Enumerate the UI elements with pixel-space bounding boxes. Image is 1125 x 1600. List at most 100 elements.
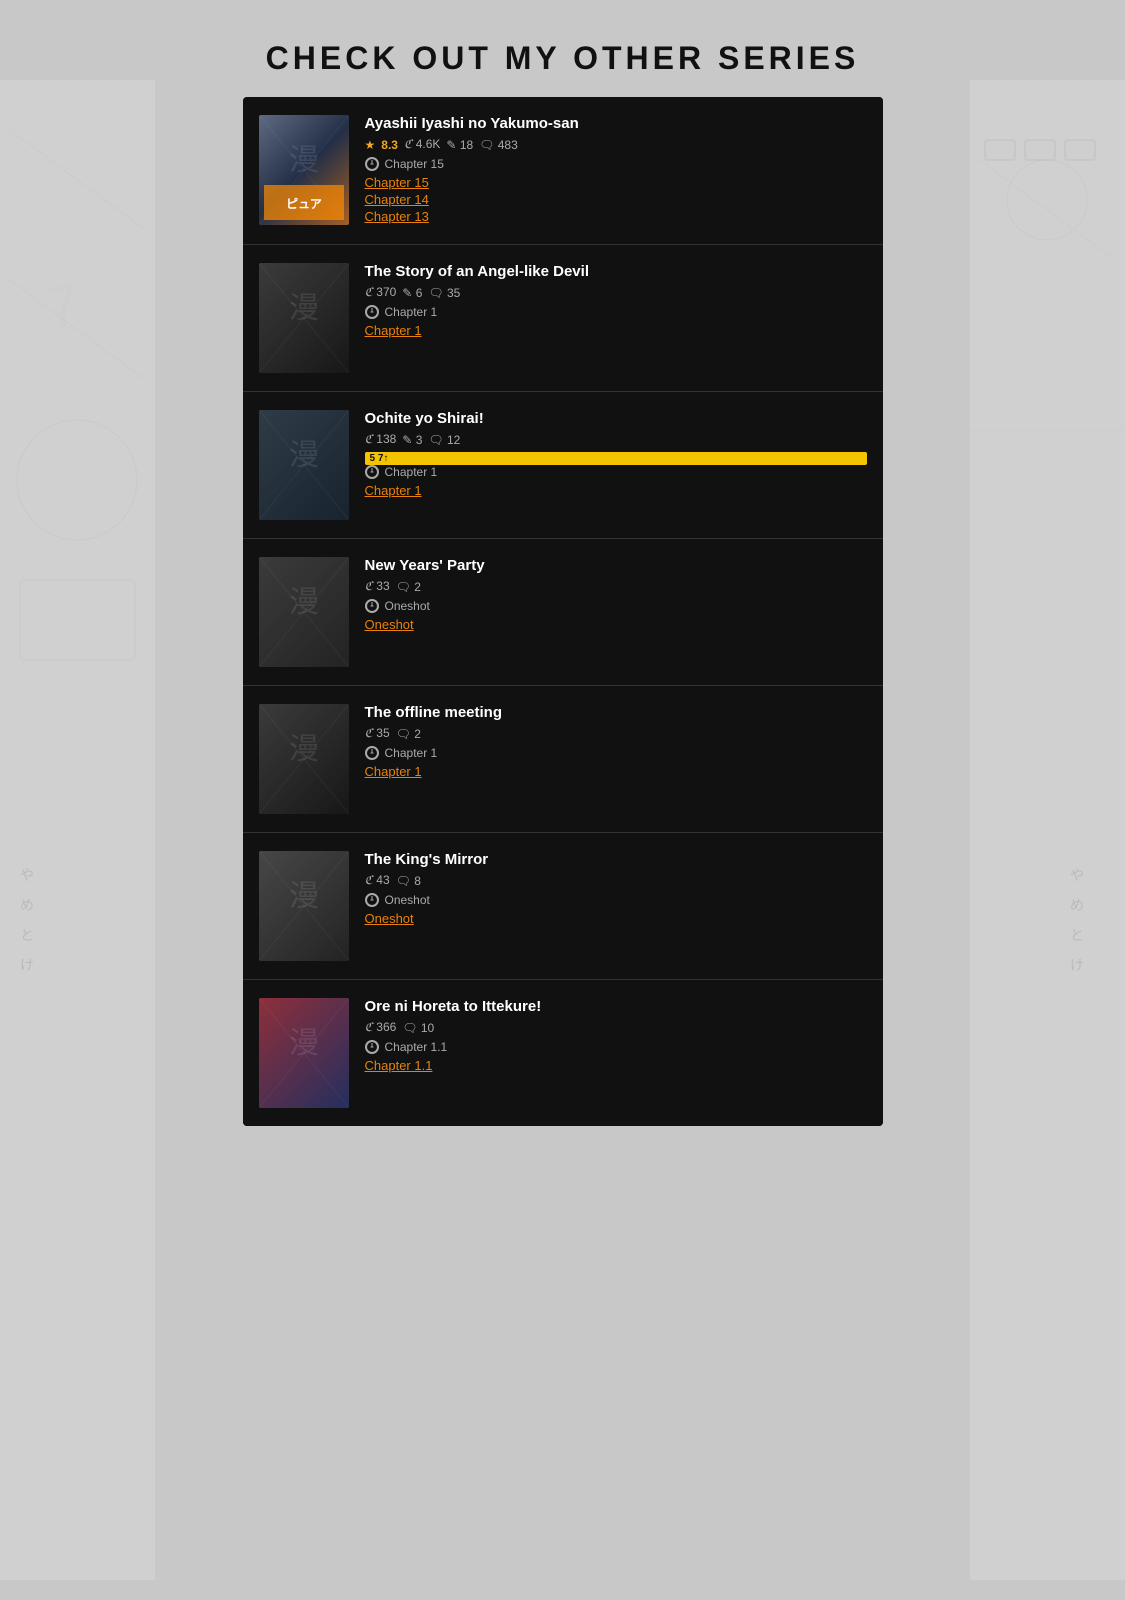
thumb-image-1[interactable]: ピュア 漫: [259, 115, 349, 225]
latest-chapter-4: Oneshot: [365, 599, 867, 613]
manga-bg-right: や め と け: [970, 80, 1125, 1580]
comment-icon: 🗨: [402, 1021, 417, 1035]
clock-icon: [365, 599, 379, 613]
thumb-image-6[interactable]: 漫: [259, 851, 349, 961]
manga-bg-left: 7 や め と け: [0, 80, 155, 1580]
series-item-5: 漫 The offline meetingℭ 35🗨 2Chapter 1Cha…: [243, 686, 883, 833]
series-title-5[interactable]: The offline meeting: [365, 704, 867, 721]
views-icon: ℭ: [404, 137, 412, 151]
svg-text:け: け: [1070, 957, 1084, 973]
thumb-image-3[interactable]: 漫: [259, 410, 349, 520]
series-stats-5: ℭ 35🗨 2: [365, 726, 867, 741]
bookmark-icon: ✎: [402, 433, 412, 447]
views-stat: ℭ 35: [365, 726, 390, 741]
latest-chapter-1: Chapter 15: [365, 157, 867, 171]
chapter-link-1-2[interactable]: Chapter 13: [365, 209, 867, 224]
svg-text:め: め: [20, 897, 34, 913]
views-icon: ℭ: [365, 726, 373, 740]
series-thumb-5: 漫: [259, 704, 349, 814]
series-item-7: 漫 Ore ni Horeta to Ittekure! ℭ 366🗨 10 Cha…: [243, 980, 883, 1126]
page-title: CHECK OUT MY OTHER SERIES: [0, 0, 1125, 97]
comment-stat: 🗨 10: [402, 1021, 434, 1035]
chapter-link-6-0[interactable]: Oneshot: [365, 911, 867, 926]
series-title-1[interactable]: Ayashii Iyashi no Yakumo-san: [365, 115, 867, 132]
comment-icon: 🗨: [396, 727, 411, 741]
latest-chapter-text: Chapter 1: [385, 305, 438, 319]
series-stats-2: ℭ 370 ✎ 6 🗨 35: [365, 285, 867, 300]
bookmark-stat: ✎ 6: [402, 286, 422, 300]
chapter-link-1-1[interactable]: Chapter 14: [365, 192, 867, 207]
series-stats-7: ℭ 366🗨 10: [365, 1020, 867, 1035]
chapter-link-7-0[interactable]: Chapter 1.1: [365, 1058, 867, 1073]
chapter-link-3-0[interactable]: Chapter 1: [365, 483, 867, 498]
svg-text:漫: 漫: [289, 1027, 319, 1060]
thumb-image-4[interactable]: 漫: [259, 557, 349, 667]
comment-icon: 🗨: [396, 874, 411, 888]
clock-icon: [365, 157, 379, 171]
views-stat: ℭ 43: [365, 873, 390, 888]
series-rating: 8.3: [381, 138, 398, 152]
views-stat: ℭ 33: [365, 579, 390, 594]
views-stat: ℭ 4.6K: [404, 137, 440, 152]
svg-text:漫: 漫: [289, 144, 319, 177]
series-title-6[interactable]: The King's Mirror: [365, 851, 867, 868]
svg-text:け: け: [20, 957, 34, 973]
latest-chapter-text: Chapter 1: [385, 465, 438, 479]
series-item-6: 漫 The King's Mirrorℭ 43🗨 8OneshotOneshot: [243, 833, 883, 980]
series-thumb-3: 漫: [259, 410, 349, 520]
chapter-link-2-0[interactable]: Chapter 1: [365, 323, 867, 338]
svg-text:や: や: [20, 867, 34, 883]
latest-chapter-2: Chapter 1: [365, 305, 867, 319]
svg-text:漫: 漫: [289, 586, 319, 619]
series-title-2[interactable]: The Story of an Angel-like Devil: [365, 263, 867, 280]
chapter-link-4-0[interactable]: Oneshot: [365, 617, 867, 632]
comment-stat: 🗨 483: [479, 138, 518, 152]
bookmark-icon: ✎: [446, 138, 456, 152]
series-info-4: New Years' Party ℭ 33 🗨 2 Oneshot Oneshot: [365, 557, 867, 634]
thumb-image-5[interactable]: 漫: [259, 704, 349, 814]
views-stat: ℭ 370: [365, 285, 397, 300]
latest-chapter-text: Oneshot: [385, 599, 430, 613]
series-stats-3: ℭ 138✎ 3🗨 12: [365, 432, 867, 447]
series-info-6: The King's Mirrorℭ 43🗨 8OneshotOneshot: [365, 851, 867, 928]
comment-stat: 🗨 12: [428, 433, 460, 447]
svg-text:漫: 漫: [289, 292, 319, 325]
svg-text:め: め: [1070, 897, 1084, 913]
thumb-image-2[interactable]: 漫: [259, 263, 349, 373]
series-info-7: Ore ni Horeta to Ittekure! ℭ 366🗨 10 Chapt…: [365, 998, 867, 1075]
series-badge-3: 5 7↑: [365, 452, 867, 465]
series-title-3[interactable]: Ochite yo Shirai!: [365, 410, 867, 427]
series-stats-4: ℭ 33 🗨 2: [365, 579, 867, 594]
thumb-image-7[interactable]: 漫: [259, 998, 349, 1108]
series-list: ピュア 漫 Ayashii Iyashi no Yakumo-san★8.3ℭ …: [243, 97, 883, 1126]
series-thumb-2: 漫: [259, 263, 349, 373]
latest-chapter-5: Chapter 1: [365, 746, 867, 760]
bookmark-icon: ✎: [402, 286, 412, 300]
svg-text:や: や: [1070, 867, 1084, 883]
chapter-link-5-0[interactable]: Chapter 1: [365, 764, 867, 779]
series-info-3: Ochite yo Shirai!ℭ 138✎ 3🗨 125 7↑Chapter…: [365, 410, 867, 500]
views-icon: ℭ: [365, 579, 373, 593]
comment-icon: 🗨: [396, 580, 411, 594]
comment-stat: 🗨 2: [396, 580, 421, 594]
series-thumb-6: 漫: [259, 851, 349, 961]
latest-chapter-text: Chapter 1: [385, 746, 438, 760]
series-title-7[interactable]: Ore ni Horeta to Ittekure!: [365, 998, 867, 1015]
latest-chapter-text: Chapter 1.1: [385, 1040, 448, 1054]
series-info-1: Ayashii Iyashi no Yakumo-san★8.3ℭ 4.6K✎ …: [365, 115, 867, 226]
comment-stat: 🗨 35: [428, 286, 460, 300]
series-info-5: The offline meetingℭ 35🗨 2Chapter 1Chapt…: [365, 704, 867, 781]
views-stat: ℭ 138: [365, 432, 397, 447]
svg-text:と: と: [1070, 927, 1084, 943]
bookmark-stat: ✎ 18: [446, 138, 473, 152]
comment-icon: 🗨: [479, 138, 494, 152]
latest-chapter-text: Oneshot: [385, 893, 430, 907]
series-title-4[interactable]: New Years' Party: [365, 557, 867, 574]
chapter-link-1-0[interactable]: Chapter 15: [365, 175, 867, 190]
series-thumb-1: ピュア 漫: [259, 115, 349, 225]
svg-text:漫: 漫: [289, 880, 319, 913]
comment-icon: 🗨: [428, 433, 443, 447]
latest-chapter-6: Oneshot: [365, 893, 867, 907]
views-icon: ℭ: [365, 285, 373, 299]
series-item-4: 漫 New Years' Party ℭ 33 🗨 2 Oneshot Oneshot: [243, 539, 883, 686]
